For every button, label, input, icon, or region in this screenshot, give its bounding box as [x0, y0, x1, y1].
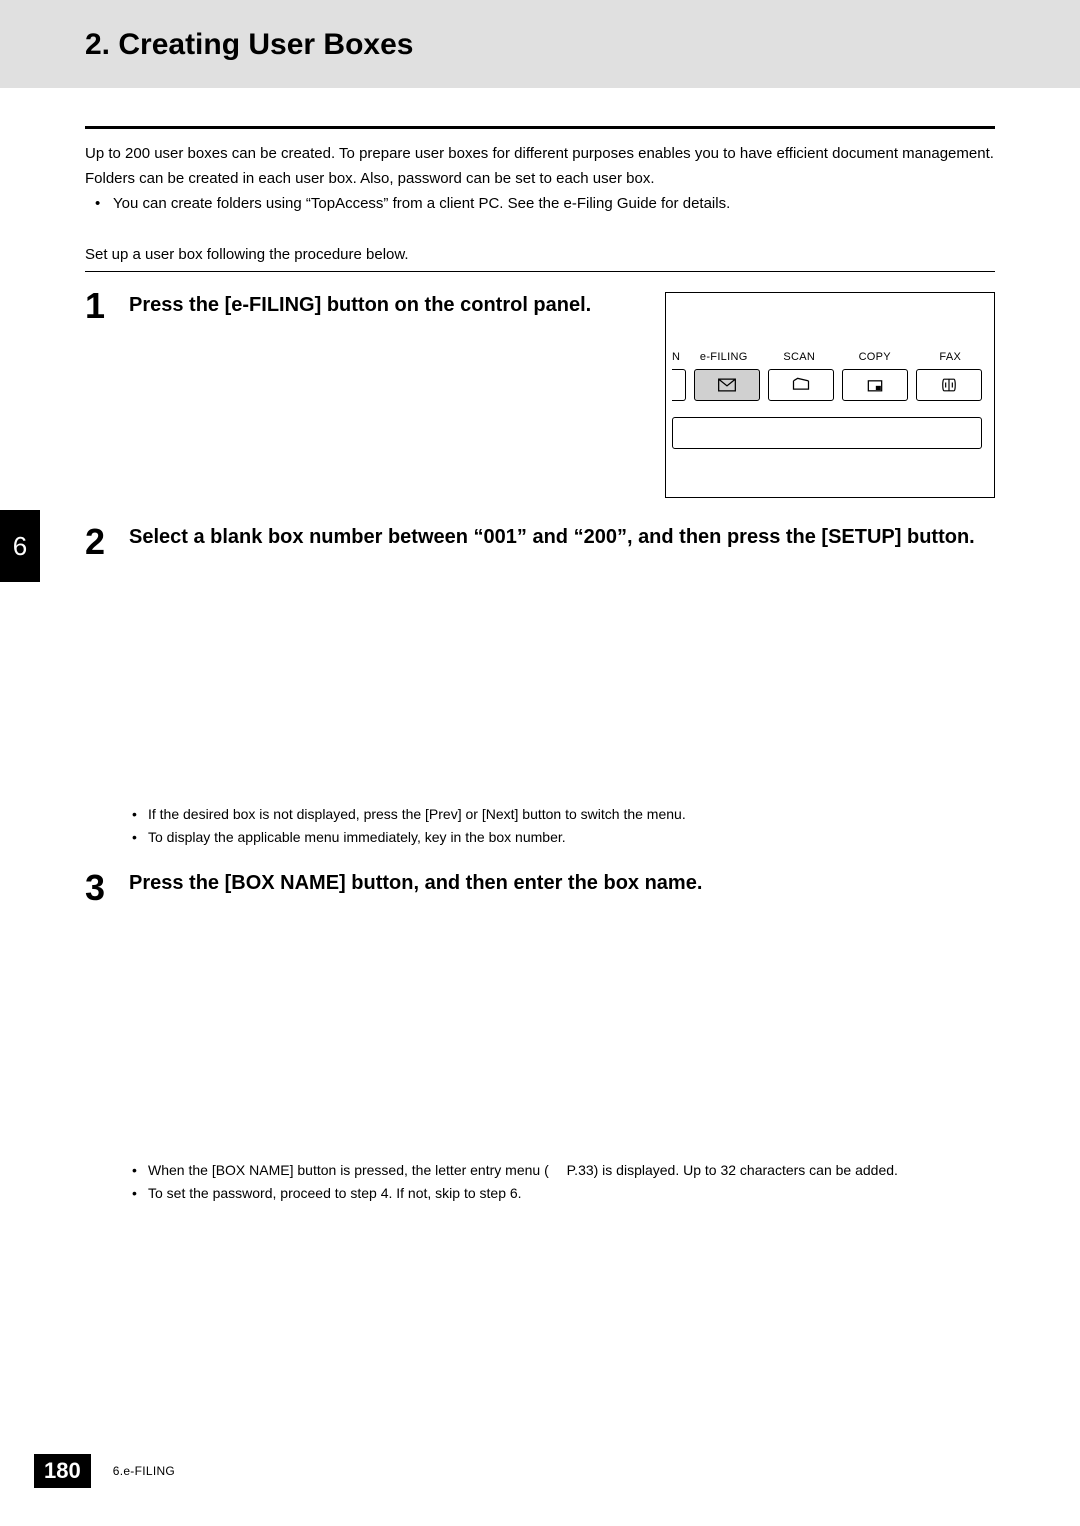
intro-bullets: You can create folders using “TopAccess”…: [85, 193, 995, 214]
scan-button: [768, 369, 834, 401]
panel-label-scan: SCAN: [762, 351, 838, 363]
panel-label-n: N: [672, 351, 686, 363]
step-3: 3 Press the [BOX NAME] button, and then …: [85, 870, 995, 906]
page-header: 2. Creating User Boxes: [0, 0, 1080, 88]
control-panel-diagram: N e-FILING SCAN COPY FAX: [665, 292, 995, 498]
panel-label-efiling: e-FILING: [686, 351, 762, 363]
step-1-title: Press the [e-FILING] button on the contr…: [129, 292, 635, 318]
fax-icon: [939, 376, 959, 394]
footer-section-label: 6.e-FILING: [113, 1464, 175, 1478]
fax-button: [916, 369, 982, 401]
step-2-note-1: If the desired box is not displayed, pre…: [130, 804, 995, 825]
step-2-body: Select a blank box number between “001” …: [129, 524, 995, 550]
chapter-tab: 6: [0, 510, 40, 582]
step-3-note-2: To set the password, proceed to step 4. …: [130, 1183, 995, 1204]
copy-icon: [865, 376, 885, 394]
step-number-3: 3: [85, 870, 113, 906]
intro-p1: Up to 200 user boxes can be created. To …: [85, 143, 995, 164]
intro-text: Up to 200 user boxes can be created. To …: [85, 143, 995, 214]
scan-icon: [791, 376, 811, 394]
panel-lower-button: [672, 417, 982, 449]
step-3-title: Press the [BOX NAME] button, and then en…: [129, 870, 995, 896]
step-3-note-1: When the [BOX NAME] button is pressed, t…: [130, 1160, 995, 1181]
step-number-1: 1: [85, 288, 113, 324]
panel-partial-button: [672, 369, 686, 401]
intro-p2: Folders can be created in each user box.…: [85, 168, 995, 189]
step-3-notes: When the [BOX NAME] button is pressed, t…: [85, 1160, 995, 1204]
step-2-title: Select a blank box number between “001” …: [129, 524, 995, 550]
copy-button: [842, 369, 908, 401]
page-number: 180: [34, 1454, 91, 1488]
panel-label-fax: FAX: [913, 351, 989, 363]
step-1-body: Press the [e-FILING] button on the contr…: [129, 288, 995, 498]
envelope-icon: [717, 376, 737, 394]
step-2: 2 Select a blank box number between “001…: [85, 524, 995, 560]
divider: [85, 271, 995, 272]
setup-instruction: Set up a user box following the procedur…: [85, 246, 995, 263]
divider: [85, 126, 995, 129]
step-1: 1 Press the [e-FILING] button on the con…: [85, 288, 995, 508]
step-2-note-2: To display the applicable menu immediate…: [130, 827, 995, 848]
step-2-notes: If the desired box is not displayed, pre…: [85, 804, 995, 848]
intro-bullet-1: You can create folders using “TopAccess”…: [85, 193, 995, 214]
step-3-body: Press the [BOX NAME] button, and then en…: [129, 870, 995, 896]
efiling-button: [694, 369, 760, 401]
page-footer: 180 6.e-FILING: [34, 1454, 175, 1488]
step-number-2: 2: [85, 524, 113, 560]
panel-label-copy: COPY: [837, 351, 913, 363]
page-content: Up to 200 user boxes can be created. To …: [0, 126, 1080, 1204]
page-title: 2. Creating User Boxes: [85, 28, 1080, 62]
